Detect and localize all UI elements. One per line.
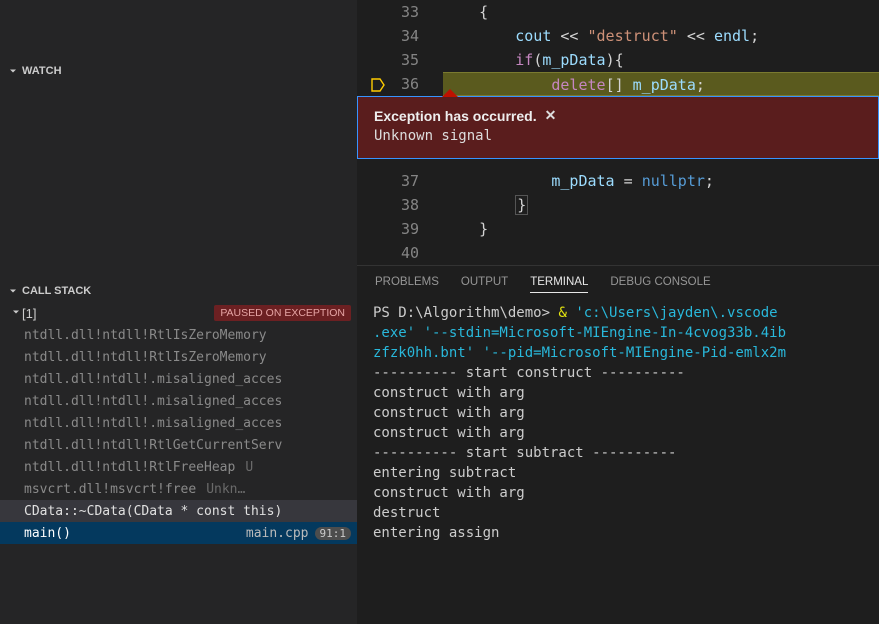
- chevron-down-icon: [6, 284, 20, 298]
- stack-frame-selected[interactable]: main() main.cpp 91:1: [0, 522, 357, 544]
- terminal-output[interactable]: PS D:\Algorithm\demo> & 'c:\Users\jayden…: [357, 299, 879, 547]
- exception-title: Exception has occurred.: [374, 108, 537, 124]
- popup-arrow-icon: [442, 89, 458, 97]
- chevron-down-icon: [6, 64, 20, 78]
- chevron-down-icon: [10, 306, 22, 321]
- paused-badge: PAUSED ON EXCEPTION: [214, 305, 351, 321]
- tab-debug-console[interactable]: DEBUG CONSOLE: [610, 276, 710, 293]
- main-area: 33 { 34 cout << "destruct" << endl; 35 i…: [357, 0, 879, 624]
- stack-frame[interactable]: msvcrt.dll!msvcrt!freeUnkn…: [0, 478, 357, 500]
- watch-section: WATCH: [0, 0, 357, 280]
- watch-header[interactable]: WATCH: [0, 60, 357, 82]
- callstack-header[interactable]: CALL STACK: [0, 280, 357, 302]
- thread-row[interactable]: [1] PAUSED ON EXCEPTION: [0, 302, 357, 324]
- line-number: 39: [357, 217, 443, 241]
- line-number: 40: [357, 241, 443, 265]
- stack-frame[interactable]: ntdll.dll!ntdll!RtlFreeHeapU: [0, 456, 357, 478]
- frame-label: main(): [24, 526, 71, 541]
- thread-label: [1]: [22, 306, 36, 321]
- line-number: 38: [357, 193, 443, 217]
- exception-message: Unknown signal: [374, 128, 862, 144]
- debug-sidebar: WATCH CALL STACK [1] PAUSED ON EXCEPTION…: [0, 0, 357, 624]
- line-number: 37: [357, 169, 443, 193]
- line-number: 33: [357, 0, 443, 24]
- line-number: 35: [357, 48, 443, 72]
- stack-frame[interactable]: ntdll.dll!ntdll!.misaligned_acces: [0, 368, 357, 390]
- tab-output[interactable]: OUTPUT: [461, 276, 508, 293]
- frame-location: 91:1: [315, 527, 352, 540]
- tab-terminal[interactable]: TERMINAL: [530, 276, 588, 293]
- line-number: 36: [357, 72, 443, 96]
- code-editor[interactable]: 33 { 34 cout << "destruct" << endl; 35 i…: [357, 0, 879, 265]
- line-number: 34: [357, 24, 443, 48]
- callstack-section: CALL STACK [1] PAUSED ON EXCEPTION ntdll…: [0, 280, 357, 624]
- panel-tabs: PROBLEMS OUTPUT TERMINAL DEBUG CONSOLE: [357, 265, 879, 299]
- stack-frame[interactable]: ntdll.dll!ntdll!RtlIsZeroMemory: [0, 346, 357, 368]
- stack-frame-active[interactable]: CData::~CData(CData * const this): [0, 500, 357, 522]
- stack-frame[interactable]: ntdll.dll!ntdll!RtlIsZeroMemory: [0, 324, 357, 346]
- close-icon[interactable]: ✕: [545, 107, 557, 124]
- frame-file: main.cpp: [246, 526, 309, 541]
- tab-problems[interactable]: PROBLEMS: [375, 276, 439, 293]
- frame-label: CData::~CData(CData * const this): [24, 504, 282, 519]
- watch-title: WATCH: [22, 65, 62, 77]
- callstack-title: CALL STACK: [22, 285, 91, 297]
- stack-frame[interactable]: ntdll.dll!ntdll!.misaligned_acces: [0, 412, 357, 434]
- stack-frame[interactable]: ntdll.dll!ntdll!.misaligned_acces: [0, 390, 357, 412]
- exception-popup: Exception has occurred. ✕ Unknown signal: [357, 96, 879, 159]
- stack-frame[interactable]: ntdll.dll!ntdll!RtlGetCurrentServ: [0, 434, 357, 456]
